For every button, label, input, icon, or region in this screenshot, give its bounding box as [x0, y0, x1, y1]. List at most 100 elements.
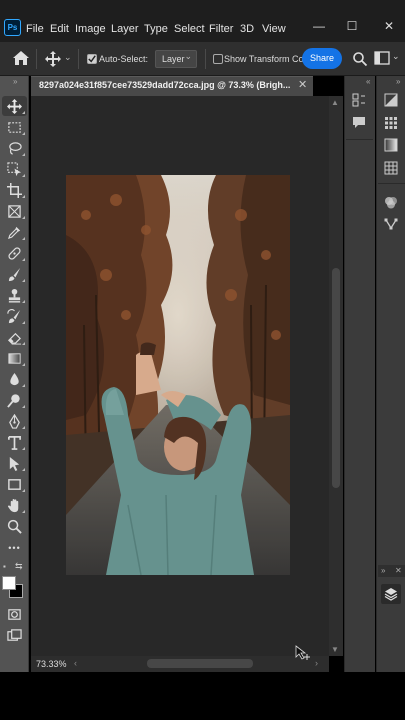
- close-document-icon[interactable]: ✕: [298, 78, 307, 91]
- brush-tool[interactable]: [2, 264, 27, 284]
- eraser-tool[interactable]: [2, 327, 27, 347]
- auto-select-checkbox[interactable]: [87, 54, 97, 64]
- brush-icon: [8, 267, 21, 281]
- color-icon: [384, 93, 398, 107]
- workspace-chevron-icon[interactable]: ⌄: [392, 51, 400, 62]
- auto-select-target-dropdown[interactable]: Layer: [155, 48, 197, 68]
- show-transform-checkbox[interactable]: [213, 54, 223, 64]
- zoom-level-readout[interactable]: 73.33%: [36, 659, 67, 669]
- path-select-icon: [9, 456, 20, 471]
- layers-close-icon[interactable]: ✕: [395, 566, 402, 575]
- close-window-button[interactable]: ✕: [380, 19, 398, 33]
- menu-view[interactable]: View: [262, 23, 286, 35]
- auto-select-label: Auto-Select:: [99, 54, 149, 64]
- frame-tool[interactable]: [2, 201, 27, 221]
- eraser-icon: [8, 332, 22, 345]
- hand-tool[interactable]: [2, 495, 27, 515]
- object-selection-tool[interactable]: [2, 159, 27, 179]
- horizontal-scroll-thumb[interactable]: [147, 659, 253, 668]
- frame-icon: [8, 204, 21, 218]
- scroll-up-icon[interactable]: ▲: [331, 98, 339, 107]
- adjustments-icon: [385, 197, 397, 209]
- type-icon: [8, 435, 21, 450]
- rectangle-tool[interactable]: [2, 474, 27, 494]
- healing-brush-tool[interactable]: [2, 243, 27, 263]
- maximize-button[interactable]: ☐: [343, 19, 361, 33]
- tool-preset-chevron-icon[interactable]: ⌄: [64, 52, 72, 63]
- panel-strip-collapse-icon[interactable]: «: [366, 77, 370, 86]
- move-icon: [7, 98, 22, 114]
- move-tool[interactable]: [2, 96, 27, 116]
- menu-edit[interactable]: Edit: [50, 23, 69, 35]
- scroll-left-icon[interactable]: ‹: [74, 658, 77, 668]
- blur-tool[interactable]: [2, 369, 27, 389]
- swatches-panel-button[interactable]: [382, 114, 400, 132]
- workspace-icon[interactable]: [374, 51, 390, 65]
- gradients-panel-button[interactable]: [382, 136, 400, 154]
- zoom-tool[interactable]: [2, 516, 27, 536]
- screen-mode-button[interactable]: [2, 625, 27, 645]
- mouse-cursor-icon: [295, 645, 311, 661]
- share-button[interactable]: Share: [302, 48, 342, 69]
- more-tools-button[interactable]: •••: [2, 538, 27, 558]
- scroll-down-icon[interactable]: ▼: [331, 645, 339, 654]
- healing-icon: [8, 246, 21, 260]
- path-selection-tool[interactable]: [2, 453, 27, 473]
- layers-collapse-icon[interactable]: »: [381, 566, 385, 575]
- menu-file[interactable]: File: [26, 23, 44, 35]
- color-panel-button[interactable]: [382, 91, 400, 109]
- marquee-icon: [8, 121, 21, 133]
- pen-tool[interactable]: [2, 411, 27, 431]
- gradients-icon: [384, 138, 398, 152]
- dodge-tool[interactable]: [2, 390, 27, 410]
- default-colors-icon[interactable]: ▪: [3, 562, 6, 571]
- history-brush-tool[interactable]: [2, 306, 27, 326]
- gradient-tool[interactable]: [2, 348, 27, 368]
- home-icon[interactable]: [12, 50, 30, 66]
- hand-icon: [7, 498, 19, 512]
- panel-icon-strip: [344, 76, 375, 672]
- quick-mask-button[interactable]: [2, 604, 27, 624]
- menu-3d[interactable]: 3D: [240, 23, 254, 35]
- paths-icon: [384, 218, 398, 230]
- options-divider: [205, 49, 206, 69]
- move-tool-icon[interactable]: [45, 51, 61, 67]
- toolbar-collapse-icon[interactable]: »: [13, 77, 17, 86]
- panel-dock-expand-icon[interactable]: »: [396, 77, 400, 86]
- swap-colors-icon[interactable]: ⇆: [15, 561, 23, 572]
- minimize-button[interactable]: —: [310, 19, 328, 33]
- menu-type[interactable]: Type: [144, 23, 168, 35]
- search-icon[interactable]: [352, 51, 368, 67]
- document-image[interactable]: [66, 175, 290, 575]
- vertical-scroll-thumb[interactable]: [332, 268, 340, 488]
- layers-panel-button[interactable]: [381, 584, 401, 604]
- menu-filter[interactable]: Filter: [209, 23, 233, 35]
- type-tool[interactable]: [2, 432, 27, 452]
- object-select-icon: [7, 161, 22, 176]
- scroll-right-icon[interactable]: ›: [315, 658, 318, 668]
- screen-mode-icon: [7, 628, 22, 641]
- clone-stamp-tool[interactable]: [2, 285, 27, 305]
- marquee-tool[interactable]: [2, 117, 27, 137]
- crop-tool[interactable]: [2, 180, 27, 200]
- document-tab-title[interactable]: 8297a024e31f857cee73529dadd72cca.jpg @ 7…: [39, 80, 290, 90]
- paths-panel-button[interactable]: [382, 215, 400, 233]
- dodge-icon: [7, 393, 20, 408]
- options-divider: [78, 49, 79, 69]
- swatches-icon: [385, 117, 397, 129]
- blur-icon: [10, 372, 19, 385]
- menu-select[interactable]: Select: [174, 23, 205, 35]
- eyedropper-tool[interactable]: [2, 222, 27, 242]
- photoshop-logo: Ps: [4, 19, 21, 36]
- history-panel-button[interactable]: [350, 91, 368, 109]
- menu-layer[interactable]: Layer: [111, 23, 139, 35]
- comments-panel-button[interactable]: [350, 114, 368, 132]
- comment-icon: [353, 117, 365, 128]
- lasso-tool[interactable]: [2, 138, 27, 158]
- history-brush-icon: [7, 308, 21, 323]
- adjustments-panel-button[interactable]: [382, 193, 400, 211]
- patterns-icon: [384, 161, 398, 175]
- patterns-panel-button[interactable]: [382, 159, 400, 177]
- menu-image[interactable]: Image: [75, 23, 106, 35]
- foreground-color-swatch[interactable]: [2, 576, 16, 590]
